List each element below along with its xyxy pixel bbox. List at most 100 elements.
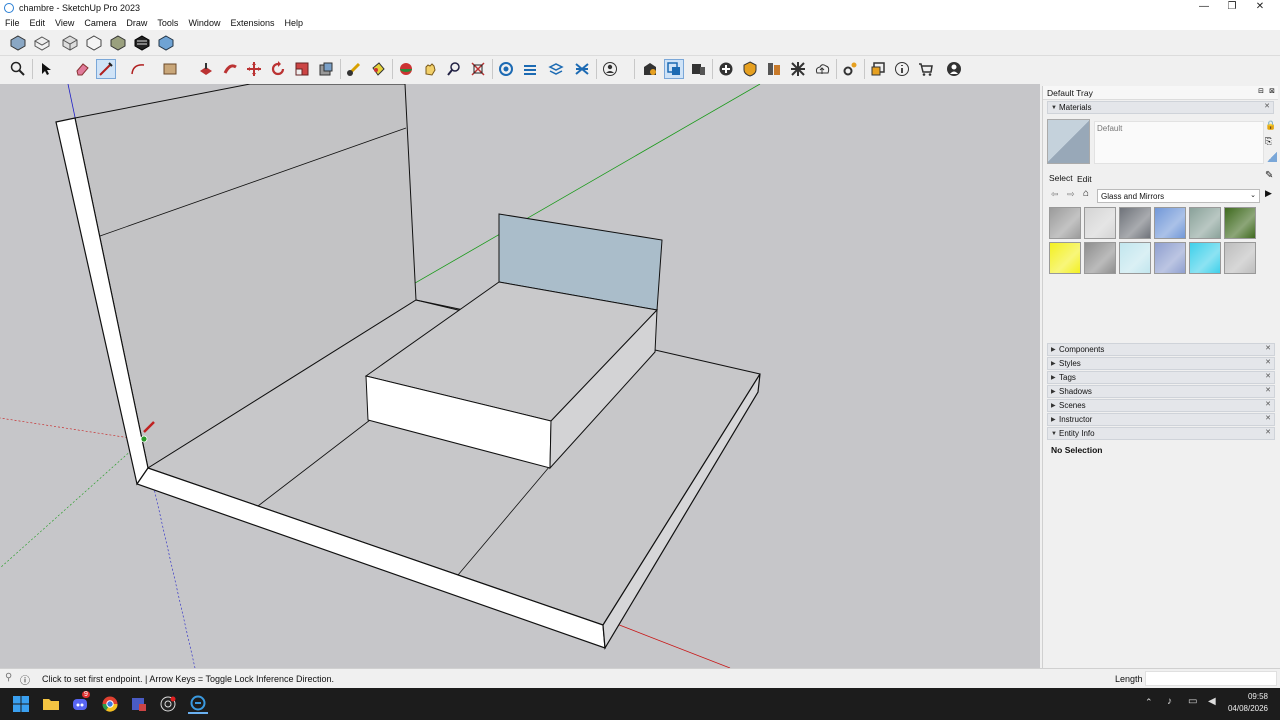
details-arrow-icon[interactable]: ▶ <box>1265 188 1272 199</box>
front-view-icon[interactable] <box>60 33 80 53</box>
photo-textures-icon[interactable] <box>788 59 808 79</box>
back-view-icon[interactable] <box>108 33 128 53</box>
follow-me-icon[interactable] <box>220 59 240 79</box>
teams-icon[interactable] <box>129 694 149 714</box>
forward-arrow-icon[interactable]: ⇨ <box>1067 189 1075 200</box>
material-swatch[interactable] <box>1084 242 1116 274</box>
layout-icon[interactable] <box>688 59 708 79</box>
scenes-icon[interactable] <box>868 59 888 79</box>
style-builder-icon[interactable] <box>764 59 784 79</box>
material-swatch[interactable] <box>1154 207 1186 239</box>
material-swatch[interactable] <box>1119 207 1151 239</box>
section-fill-icon[interactable] <box>546 59 566 79</box>
settings-icon[interactable] <box>840 59 860 79</box>
eyedropper-icon[interactable]: ✎ <box>1265 170 1273 181</box>
select-icon[interactable] <box>36 59 56 79</box>
section-plane-icon[interactable] <box>520 59 540 79</box>
clock-time[interactable]: 09:58 <box>1226 692 1268 701</box>
warehouse-icon[interactable] <box>640 59 660 79</box>
windows-start-icon[interactable] <box>11 694 31 714</box>
discord-icon[interactable]: 9 <box>71 691 91 714</box>
obs-icon[interactable] <box>158 694 178 714</box>
tags-panel-header[interactable]: ▶ Tags ✕ <box>1047 371 1275 384</box>
sketchup-icon[interactable] <box>188 694 208 714</box>
measurements-box[interactable] <box>1145 671 1277 686</box>
menu-help[interactable]: Help <box>279 18 308 28</box>
display-icon[interactable]: ▭ <box>1188 696 1197 707</box>
add-location-icon[interactable] <box>716 59 736 79</box>
scale-icon[interactable] <box>292 59 312 79</box>
microphone-icon[interactable]: ♪ <box>1167 696 1172 707</box>
chrome-icon[interactable] <box>100 694 120 714</box>
top-view-icon[interactable] <box>32 33 52 53</box>
zoom-icon[interactable] <box>8 59 28 79</box>
geolocation-icon[interactable]: ⚲ <box>5 672 12 683</box>
material-swatch[interactable] <box>1224 242 1256 274</box>
minimize-button[interactable]: — <box>1190 0 1218 15</box>
iso-view-icon[interactable] <box>8 33 28 53</box>
upload-icon[interactable] <box>812 59 832 79</box>
shape-icon[interactable] <box>160 59 180 79</box>
material-swatch[interactable] <box>1084 207 1116 239</box>
volume-icon[interactable]: ◀ <box>1208 696 1216 707</box>
menu-file[interactable]: File <box>0 18 25 28</box>
tape-measure-icon[interactable] <box>344 59 364 79</box>
material-swatch[interactable] <box>1189 242 1221 274</box>
tray-close-icon[interactable]: ⊠ <box>1269 87 1275 95</box>
material-swatch[interactable] <box>1224 207 1256 239</box>
zoom-window-icon[interactable] <box>444 59 464 79</box>
zoom-extents-icon[interactable] <box>468 59 488 79</box>
extension-manager-icon[interactable] <box>664 59 684 79</box>
tab-edit[interactable]: Edit <box>1077 174 1092 184</box>
menu-view[interactable]: View <box>50 18 79 28</box>
maximize-button[interactable]: ❐ <box>1218 0 1246 15</box>
entity-info-panel-header[interactable]: ▼ Entity Info ✕ <box>1047 427 1275 440</box>
instructor-info-icon[interactable]: ⓘ <box>20 672 30 687</box>
right-view-icon[interactable] <box>84 33 104 53</box>
account-icon[interactable] <box>600 59 620 79</box>
materials-panel-header[interactable]: ▼ Materials ✕ <box>1047 101 1274 114</box>
menu-camera[interactable]: Camera <box>79 18 121 28</box>
menu-tools[interactable]: Tools <box>152 18 183 28</box>
push-pull-icon[interactable] <box>196 59 216 79</box>
styles-panel-header[interactable]: ▶ Styles ✕ <box>1047 357 1275 370</box>
orbit-icon[interactable] <box>396 59 416 79</box>
clock-date[interactable]: 04/08/2026 <box>1222 704 1268 713</box>
paint-bucket-icon[interactable] <box>368 59 388 79</box>
sample-paint-icon[interactable] <box>1267 152 1277 162</box>
left-view-icon[interactable] <box>132 33 152 53</box>
material-swatch[interactable] <box>1049 207 1081 239</box>
close-button[interactable]: ✕ <box>1246 0 1274 15</box>
line-icon[interactable] <box>96 59 116 79</box>
model-canvas[interactable] <box>0 84 1040 668</box>
material-swatch[interactable] <box>1189 207 1221 239</box>
panel-close-icon[interactable]: ✕ <box>1264 102 1270 110</box>
drawing-viewport[interactable] <box>0 84 1040 668</box>
menu-edit[interactable]: Edit <box>25 18 51 28</box>
section-cuts-icon[interactable] <box>572 59 592 79</box>
tab-select[interactable]: Select <box>1049 173 1073 183</box>
sandbox-icon[interactable] <box>496 59 516 79</box>
collection-dropdown[interactable]: Glass and Mirrors ⌄ <box>1097 189 1260 203</box>
info-icon[interactable] <box>892 59 912 79</box>
back-arrow-icon[interactable]: ⇦ <box>1051 189 1059 200</box>
menu-draw[interactable]: Draw <box>121 18 152 28</box>
eraser-icon[interactable] <box>72 59 92 79</box>
shadows-panel-header[interactable]: ▶ Shadows ✕ <box>1047 385 1275 398</box>
bottom-view-icon[interactable] <box>156 33 176 53</box>
pan-icon[interactable] <box>420 59 440 79</box>
offset-icon[interactable] <box>316 59 336 79</box>
components-panel-header[interactable]: ▶ Components ✕ <box>1047 343 1275 356</box>
arc-icon[interactable] <box>128 59 148 79</box>
pin-icon[interactable]: ⊟ <box>1258 87 1264 95</box>
menu-window[interactable]: Window <box>183 18 225 28</box>
profile-icon[interactable] <box>944 59 964 79</box>
create-material-icon[interactable]: ⎘ <box>1265 136 1272 147</box>
material-name-field[interactable]: Default <box>1094 121 1264 164</box>
scenes-panel-header[interactable]: ▶ Scenes ✕ <box>1047 399 1275 412</box>
instructor-panel-header[interactable]: ▶ Instructor ✕ <box>1047 413 1275 426</box>
tray-overflow-icon[interactable]: ⌃ <box>1145 697 1153 708</box>
rotate-icon[interactable] <box>268 59 288 79</box>
material-swatch[interactable] <box>1119 242 1151 274</box>
move-icon[interactable] <box>244 59 264 79</box>
